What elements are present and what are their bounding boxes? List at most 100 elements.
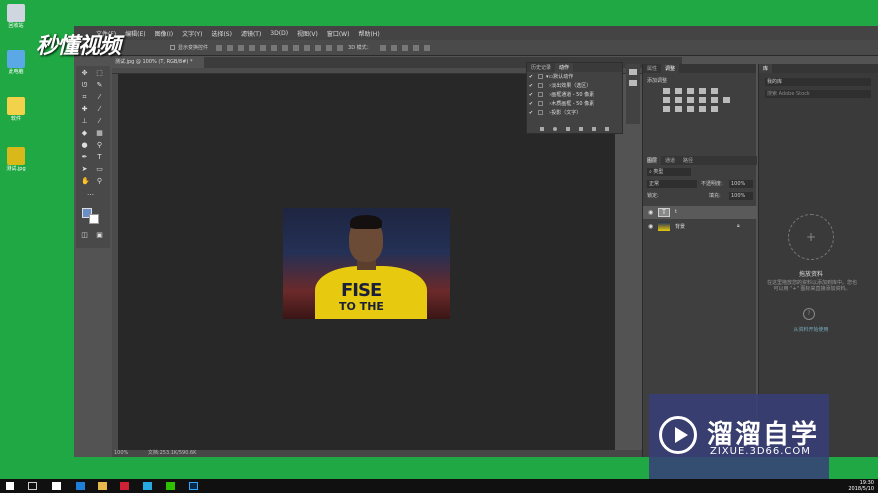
action-row[interactable]: ✔ › 投影（文字） (527, 108, 622, 117)
align-bottom-icon[interactable] (238, 44, 245, 51)
menu-edit[interactable]: 编辑(E) (125, 29, 145, 38)
align-center-icon[interactable] (260, 44, 267, 51)
new-set-icon[interactable] (579, 126, 583, 131)
menu-window[interactable]: 窗口(W) (327, 29, 350, 38)
quick-select-tool-icon[interactable]: ✎ (96, 82, 103, 89)
dialog-toggle[interactable] (538, 92, 543, 97)
visibility-eye-icon[interactable]: ◉ (648, 209, 653, 216)
desktop-icon-software[interactable]: 软件 (4, 97, 28, 123)
3d-pan-icon[interactable] (401, 44, 408, 51)
brush-tool-icon[interactable]: ⁄ (96, 106, 103, 113)
eyedropper-tool-icon[interactable]: ⁄ (96, 94, 103, 101)
new-action-icon[interactable] (592, 126, 596, 131)
dialog-toggle[interactable] (538, 83, 543, 88)
action-row[interactable]: ✔ › 淡出效果（选区） (527, 81, 622, 90)
hand-tool-icon[interactable]: ✋ (81, 178, 90, 185)
posterize-icon[interactable] (675, 106, 682, 112)
system-clock[interactable]: 19:30 2018/5/10 (848, 480, 874, 492)
distribute-bottom-icon[interactable] (304, 44, 311, 51)
3d-slide-icon[interactable] (412, 44, 419, 51)
opacity-field[interactable]: 100% (729, 180, 753, 188)
tab-paths[interactable]: 路径 (679, 156, 697, 165)
menu-help[interactable]: 帮助(H) (358, 29, 379, 38)
3d-rotate-icon[interactable] (379, 44, 386, 51)
action-row[interactable]: ✔ › 画框通道 - 50 像素 (527, 90, 622, 99)
tab-actions[interactable]: 动作 (555, 63, 574, 72)
start-windows-icon[interactable] (6, 482, 14, 490)
dodge-tool-icon[interactable]: ⚲ (96, 142, 103, 149)
dialog-toggle[interactable] (538, 101, 543, 106)
stop-icon[interactable] (540, 126, 544, 131)
explorer-icon[interactable] (52, 482, 61, 490)
file-folder-icon[interactable] (98, 482, 107, 490)
background-color-swatch[interactable] (89, 214, 99, 224)
desktop-icon-this-pc[interactable]: 此电脑 (4, 50, 28, 76)
add-plus-icon[interactable]: + (788, 214, 834, 260)
library-dropdown[interactable]: 我的库 (765, 78, 871, 86)
menu-type[interactable]: 文字(Y) (182, 29, 202, 38)
quick-mask-icon[interactable]: ◫ (81, 232, 88, 239)
wechat-icon[interactable] (166, 482, 175, 490)
play-icon[interactable] (566, 126, 570, 131)
action-row[interactable]: ✔ › 木质画框 - 50 像素 (527, 99, 622, 108)
media-player-icon[interactable] (120, 482, 129, 490)
distribute-top-icon[interactable] (282, 44, 289, 51)
screen-mode-icon[interactable]: ▣ (96, 232, 103, 239)
align-top-icon[interactable] (216, 44, 223, 51)
action-row[interactable]: ✔ ▾▭ 默认动作 (527, 72, 622, 81)
zoom-tool-icon[interactable]: ⚲ (96, 178, 103, 185)
align-left-icon[interactable] (249, 44, 256, 51)
3d-scale-icon[interactable] (423, 44, 430, 51)
curves-icon[interactable] (687, 88, 694, 94)
lasso-tool-icon[interactable]: ᘎ (81, 82, 88, 89)
tab-history[interactable]: 历史记录 (527, 63, 555, 72)
layer-row-background[interactable]: ◉ 背景 🔒︎ (643, 220, 757, 233)
doc-tab-test-jpg[interactable]: 测试.jpg @ 100% (T, RGB/8#) * (112, 57, 204, 68)
history-panel-icon[interactable] (629, 69, 637, 75)
rectangle-tool-icon[interactable]: ▭ (96, 166, 103, 173)
black-white-icon[interactable] (687, 97, 694, 103)
tab-properties[interactable]: 属性 (643, 64, 661, 73)
type-tool-icon[interactable]: T (96, 154, 103, 161)
dialog-toggle[interactable] (538, 110, 543, 115)
document-image[interactable]: FISE TO THE (283, 208, 450, 319)
store-icon[interactable] (143, 482, 152, 490)
pen-tool-icon[interactable]: ✒ (81, 154, 88, 161)
align-middle-icon[interactable] (227, 44, 234, 51)
task-view-icon[interactable] (28, 482, 37, 490)
more-tools-icon[interactable]: … (87, 190, 94, 197)
check-icon[interactable]: ✔ (527, 74, 535, 80)
menu-view[interactable]: 视图(V) (297, 29, 318, 38)
3d-roll-icon[interactable] (390, 44, 397, 51)
get-started-link[interactable]: 从资料开始使用 (759, 326, 863, 333)
levels-icon[interactable] (675, 88, 682, 94)
trash-icon[interactable] (605, 126, 609, 131)
selective-color-icon[interactable] (711, 106, 718, 112)
menu-filter[interactable]: 滤镜(T) (241, 29, 261, 38)
tab-channels[interactable]: 通道 (661, 156, 679, 165)
record-icon[interactable] (553, 126, 557, 131)
history-brush-tool-icon[interactable]: ⁄ (96, 118, 103, 125)
vibrance-icon[interactable] (711, 88, 718, 94)
healing-brush-tool-icon[interactable]: ✚ (81, 106, 88, 113)
blur-tool-icon[interactable]: ● (81, 142, 88, 149)
tab-adjustments[interactable]: 调整 (661, 64, 680, 73)
blend-mode-select[interactable]: 正常 (647, 180, 697, 188)
stock-search-input[interactable]: 搜索 Adobe Stock (765, 90, 871, 98)
move-tool-icon[interactable]: ✥ (81, 70, 88, 77)
eraser-tool-icon[interactable]: ◆ (81, 130, 88, 137)
tab-libraries[interactable]: 库 (759, 64, 773, 73)
zoom-level[interactable]: 100% (114, 450, 128, 456)
gradient-map-icon[interactable] (699, 106, 706, 112)
marquee-tool-icon[interactable]: ⬚ (96, 70, 103, 77)
threshold-icon[interactable] (687, 106, 694, 112)
layer-filter-select[interactable]: ⌕ 类型 (647, 168, 691, 176)
edge-icon[interactable] (76, 482, 85, 490)
help-icon[interactable]: ? (803, 308, 815, 320)
check-icon[interactable]: ✔ (527, 110, 535, 116)
show-transform-checkbox[interactable] (170, 45, 175, 50)
menu-image[interactable]: 图像(I) (155, 29, 173, 38)
distribute-right-icon[interactable] (337, 44, 344, 51)
exposure-icon[interactable] (699, 88, 706, 94)
fill-field[interactable]: 100% (729, 192, 753, 200)
